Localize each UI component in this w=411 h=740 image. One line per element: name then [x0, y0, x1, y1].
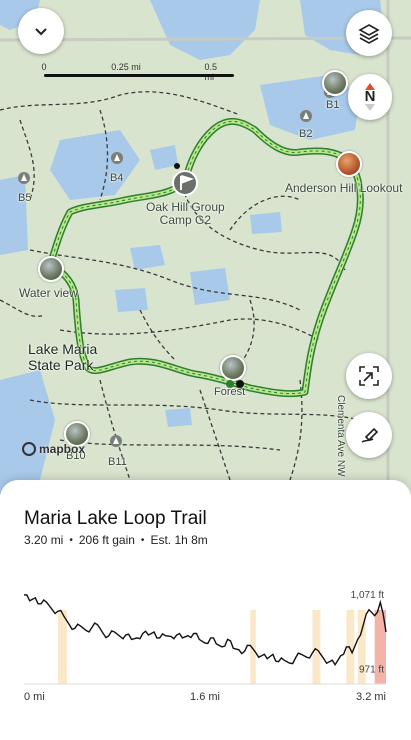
grade-band — [312, 610, 321, 684]
mapbox-text: mapbox — [39, 442, 86, 456]
label-forest: Forest — [214, 386, 246, 398]
mapbox-attribution[interactable]: mapbox — [22, 442, 85, 456]
compass-south-arrow-icon — [365, 104, 375, 111]
grade-band — [57, 610, 67, 684]
label-b4: B4 — [110, 172, 124, 184]
elevation-profile-chart[interactable]: 1,071 ft 971 ft 0 mi 1.6 mi 3.2 mi — [0, 480, 411, 740]
scale-bar — [44, 74, 234, 77]
locate-focus-icon — [359, 366, 379, 386]
lake — [150, 0, 260, 60]
trailhead-flag-icon[interactable] — [172, 170, 198, 196]
lake — [50, 130, 140, 200]
lake — [0, 175, 28, 255]
lake — [115, 288, 148, 312]
elevation-line — [23, 594, 387, 667]
y-tick-label: 1,071 ft — [351, 590, 385, 601]
mapbox-logo-icon — [22, 442, 36, 456]
y-tick-label: 971 ft — [359, 664, 384, 675]
label-b1: B1 — [326, 99, 340, 111]
map-point — [174, 163, 180, 169]
collapse-button[interactable] — [18, 8, 64, 54]
compass-button[interactable]: N — [348, 74, 392, 120]
trail-details-sheet[interactable]: Maria Lake Loop Trail 3.20 mi • 206 ft g… — [0, 480, 411, 740]
scale-tick: 0.25 mi — [111, 62, 141, 72]
photo-marker-water-view[interactable] — [38, 256, 64, 282]
label-road: Clementa Ave NW — [335, 395, 346, 477]
x-tick-label: 0 mi — [24, 691, 45, 703]
photo-marker-b1[interactable] — [322, 70, 348, 96]
lake — [130, 245, 165, 270]
recenter-button[interactable] — [346, 353, 392, 399]
label-b5: B5 — [18, 192, 32, 204]
lake — [250, 212, 282, 234]
label-water-view: Water view — [19, 286, 78, 300]
label-b11: B11 — [108, 456, 127, 468]
scale-tick: 0 — [41, 62, 47, 72]
lake — [150, 145, 178, 170]
map-scale: 0 0.25 mi 0.5 mi — [41, 62, 239, 82]
map-view[interactable]: B1 B2 B4 B5 B11 B10 Oak Hill Group Camp … — [0, 0, 411, 495]
map-layers-button[interactable] — [346, 10, 392, 56]
chevron-down-icon — [35, 28, 47, 36]
scale-tick: 0.5 mi — [204, 62, 218, 82]
label-oak-hill-camp: Oak Hill Group Camp G2 — [146, 200, 225, 227]
draw-route-button[interactable] — [346, 412, 392, 458]
compass-letter: N — [364, 88, 376, 105]
label-anderson-hill-lookout: Anderson Hill Lookout — [285, 181, 403, 195]
photo-marker-anderson-hill[interactable] — [336, 151, 362, 177]
label-park-name: Lake Maria State Park — [28, 341, 98, 373]
layers-icon — [358, 24, 380, 44]
lake — [165, 408, 192, 427]
x-tick-label: 3.2 mi — [356, 691, 386, 703]
lake — [190, 268, 230, 305]
pen-icon — [361, 427, 379, 443]
label-b2: B2 — [299, 128, 313, 140]
x-tick-label: 1.6 mi — [190, 691, 220, 703]
photo-marker-forest[interactable] — [220, 355, 246, 381]
lake — [0, 370, 55, 495]
